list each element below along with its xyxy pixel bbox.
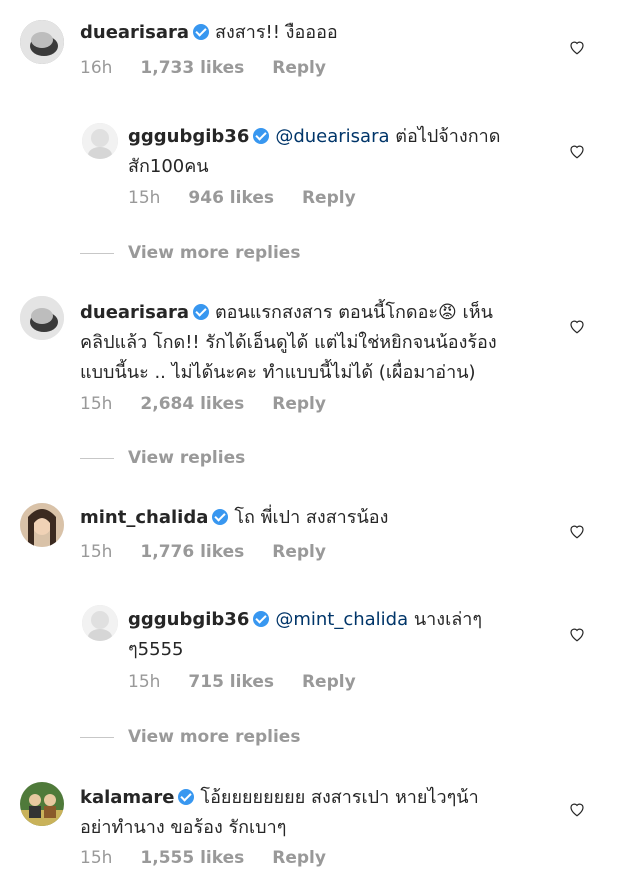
divider [80, 457, 114, 459]
heart-icon[interactable] [568, 800, 586, 818]
comment-body: นางเล่าๆ [413, 609, 483, 630]
username[interactable]: gggubgib36 [128, 126, 249, 147]
heart-icon[interactable] [568, 625, 586, 643]
username[interactable]: kalamare [80, 787, 174, 808]
comment-text: gggubgib36 @duearisara ต่อไปจ้างกาด สัก10… [128, 122, 548, 182]
comment-body: โถ พี่เปา สงสารน้อง [234, 507, 389, 528]
avatar[interactable] [82, 605, 118, 641]
likes-count[interactable]: 946 likes [188, 188, 274, 208]
likes-count[interactable]: 715 likes [188, 672, 274, 692]
reply-button[interactable]: Reply [272, 542, 326, 562]
avatar[interactable] [20, 296, 64, 340]
likes-count[interactable]: 1,733 likes [140, 58, 244, 78]
avatar[interactable] [20, 20, 64, 64]
verified-icon [178, 789, 195, 805]
comment-body-line3: แบบนี้นะ .. ไม่ได้นะคะ ทำแบบนี้ไม่ได้ (เ… [80, 362, 476, 383]
view-more-replies-button[interactable]: View more replies [80, 243, 300, 263]
comment-meta: 15h 2,684 likes Reply [80, 394, 354, 414]
timestamp: 15h [80, 542, 113, 562]
username[interactable]: mint_chalida [80, 507, 208, 528]
comment-meta: 16h 1,733 likes Reply [80, 58, 354, 78]
heart-icon[interactable] [568, 522, 586, 540]
heart-icon[interactable] [568, 317, 586, 335]
comment-meta: 15h 1,776 likes Reply [80, 542, 354, 562]
comment-body-line2: อย่าทำนาง ขอร้อง รักเบาๆ [80, 817, 287, 838]
avatar[interactable] [20, 503, 64, 547]
verified-icon [253, 611, 270, 627]
view-more-label: View more replies [128, 243, 301, 263]
view-replies-label: View replies [128, 448, 246, 468]
reply-button[interactable]: Reply [302, 672, 356, 692]
mention-link[interactable]: @duearisara [275, 126, 389, 147]
comment-body: สงสาร!! งืออออ [214, 22, 338, 43]
reply-button[interactable]: Reply [272, 58, 326, 78]
likes-count[interactable]: 2,684 likes [140, 394, 244, 414]
verified-icon [253, 128, 270, 144]
timestamp: 15h [80, 394, 113, 414]
view-more-label: View more replies [128, 727, 301, 747]
verified-icon [192, 24, 209, 40]
comment-text: mint_chalida โถ พี่เปา สงสารน้อง [80, 503, 388, 533]
username[interactable]: duearisara [80, 22, 189, 43]
timestamp: 15h [128, 672, 161, 692]
comment-meta: 15h 946 likes Reply [128, 188, 384, 208]
comment-meta: 15h 715 likes Reply [128, 672, 384, 692]
reply-button[interactable]: Reply [272, 394, 326, 414]
view-replies-button[interactable]: View replies [80, 448, 245, 468]
likes-count[interactable]: 1,776 likes [140, 542, 244, 562]
comment-meta: 15h 1,555 likes Reply [80, 848, 354, 868]
divider [80, 736, 114, 738]
timestamp: 15h [128, 188, 161, 208]
view-more-replies-button[interactable]: View more replies [80, 727, 300, 747]
reply-button[interactable]: Reply [272, 848, 326, 868]
comment-body-line2: คลิปแล้ว โกด!! รักได้เอ็นดูได้ แต่ไม่ใช่… [80, 332, 497, 353]
comment-body-line2: ๆ5555 [128, 639, 184, 660]
comment-text: duearisara ตอนแรกสงสาร ตอนนี้โกดอะ😡 เห็น … [80, 298, 550, 388]
timestamp: 15h [80, 848, 113, 868]
comment-body-line2: สัก100คน [128, 156, 209, 177]
mention-link[interactable]: @mint_chalida [275, 609, 408, 630]
reply-button[interactable]: Reply [302, 188, 356, 208]
comment-body: ตอนแรกสงสาร ตอนนี้โกดอะ😡 เห็น [214, 302, 493, 323]
comment-text: kalamare โอ้ยยยยยยยย สงสารเปา หายไวๆน้า อ… [80, 783, 550, 843]
timestamp: 16h [80, 58, 113, 78]
comment-body: โอ้ยยยยยยยย สงสารเปา หายไวๆน้า [200, 787, 479, 808]
comment-text: duearisara สงสาร!! งืออออ [80, 18, 338, 48]
comment-text: gggubgib36 @mint_chalida นางเล่าๆ ๆ5555 [128, 605, 548, 665]
avatar[interactable] [20, 782, 64, 826]
likes-count[interactable]: 1,555 likes [140, 848, 244, 868]
username[interactable]: duearisara [80, 302, 189, 323]
verified-icon [212, 509, 229, 525]
username[interactable]: gggubgib36 [128, 609, 249, 630]
heart-icon[interactable] [568, 142, 586, 160]
avatar[interactable] [82, 123, 118, 159]
comment-body: ต่อไปจ้างกาด [395, 126, 501, 147]
heart-icon[interactable] [568, 38, 586, 56]
divider [80, 252, 114, 254]
verified-icon [192, 304, 209, 320]
